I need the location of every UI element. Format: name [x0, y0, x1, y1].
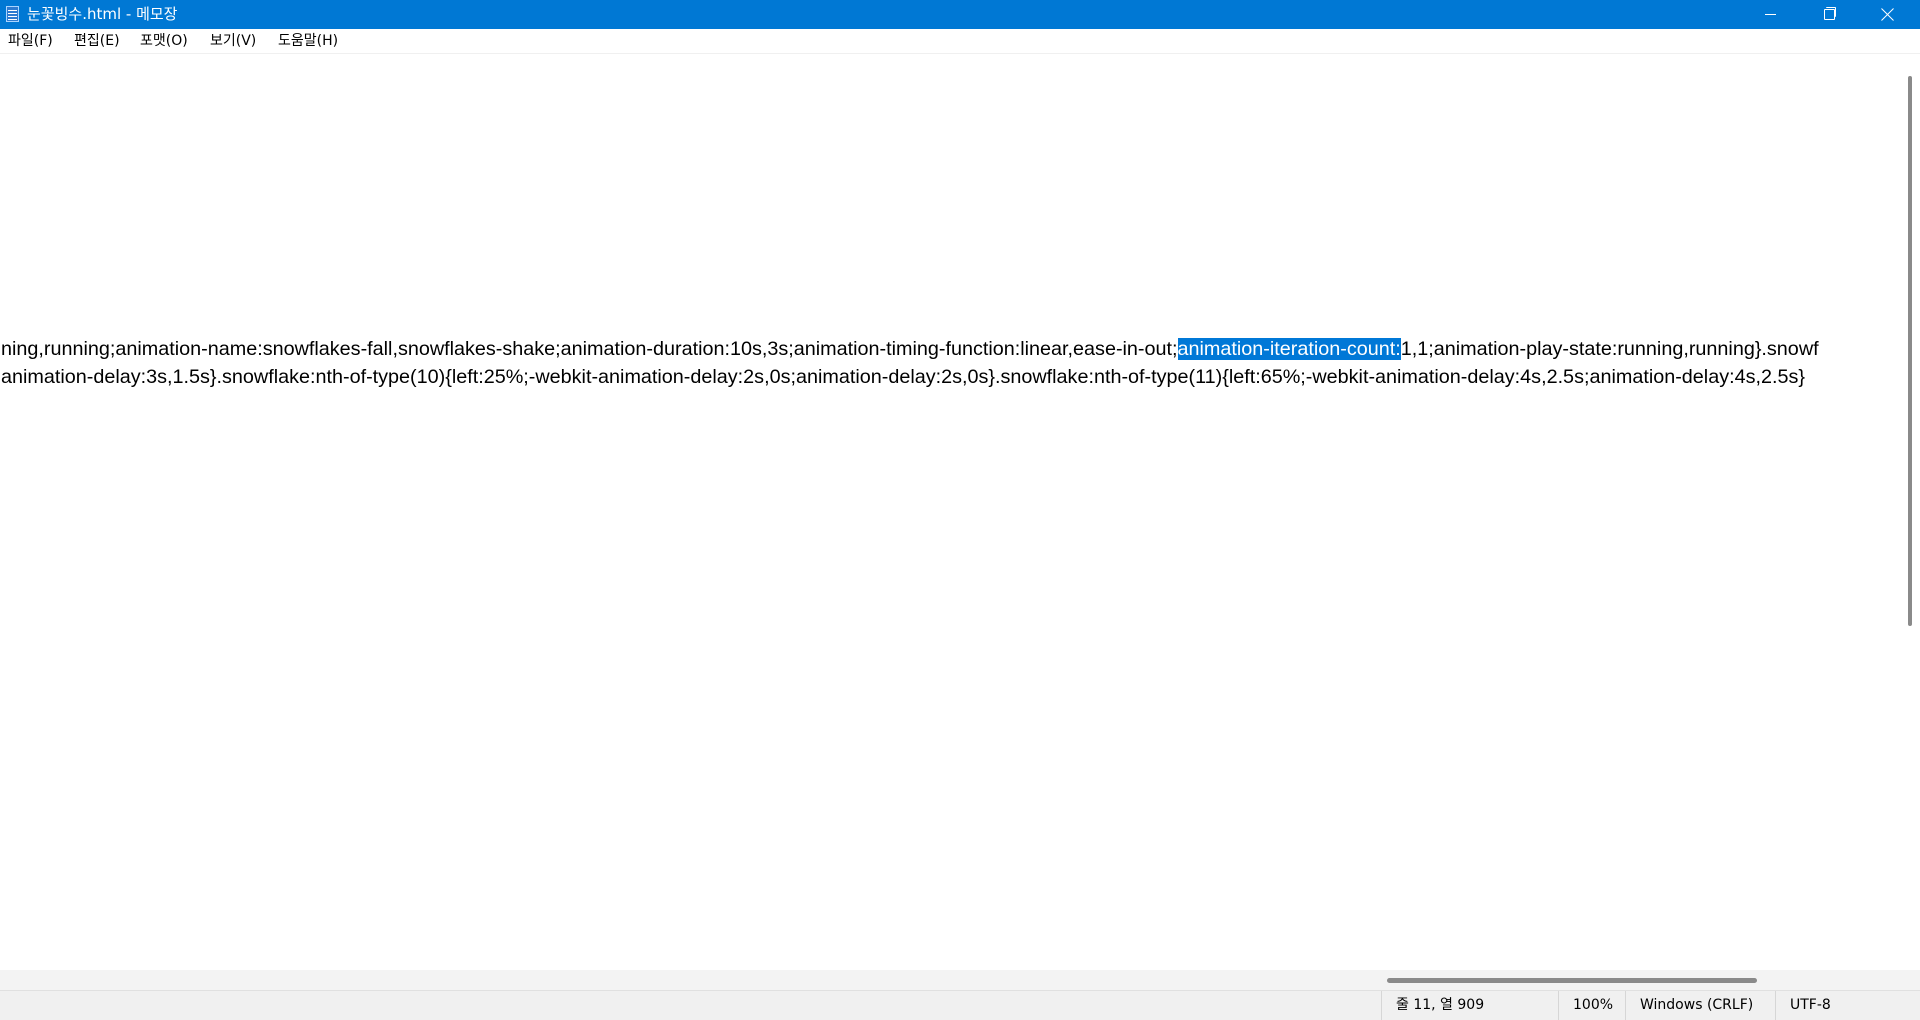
restore-button[interactable] [1799, 0, 1857, 29]
text-editor[interactable]: ning,running;animation-name:snowflakes-f… [0, 54, 1900, 970]
menu-edit[interactable]: 편집(E) [74, 32, 120, 50]
horizontal-scrollbar[interactable] [0, 970, 1900, 990]
line1-text-after: 1,1;animation-play-state:running,running… [1400, 338, 1819, 360]
menu-format[interactable]: 포맷(O) [140, 32, 188, 50]
title-bar[interactable]: 눈꽃빙수.html - 메모장 [0, 0, 1920, 29]
notepad-window: 눈꽃빙수.html - 메모장 파일(F) 편집(E) 포맷(O) 보기(V) … [0, 0, 1920, 1020]
menu-file[interactable]: 파일(F) [8, 32, 53, 50]
notepad-icon [6, 6, 19, 22]
vertical-scroll-thumb[interactable] [1908, 76, 1912, 626]
encoding: UTF-8 [1775, 991, 1920, 1020]
scrollbar-corner [1900, 970, 1920, 990]
close-icon [1880, 6, 1896, 22]
minimize-icon [1765, 14, 1776, 15]
vertical-scrollbar[interactable] [1900, 54, 1920, 970]
restore-icon [1824, 9, 1835, 20]
minimize-button[interactable] [1741, 0, 1799, 29]
line1-text-before: ning,running;animation-name:snowflakes-f… [1, 338, 1178, 360]
window-title: 눈꽃빙수.html - 메모장 [27, 5, 178, 23]
zoom-level: 100% [1558, 991, 1625, 1020]
selected-text: animation-iteration-count: [1177, 338, 1401, 360]
menu-help[interactable]: 도움말(H) [278, 32, 338, 50]
cursor-position: 줄 11, 열 909 [1381, 991, 1558, 1020]
editor-line-1: ning,running;animation-name:snowflakes-f… [1, 335, 1819, 363]
close-button[interactable] [1859, 0, 1917, 29]
line-ending: Windows (CRLF) [1625, 991, 1775, 1020]
menu-bar: 파일(F) 편집(E) 포맷(O) 보기(V) 도움말(H) [0, 29, 1920, 54]
menu-view[interactable]: 보기(V) [210, 32, 256, 50]
status-bar: 줄 11, 열 909 100% Windows (CRLF) UTF-8 [0, 990, 1920, 1020]
editor-line-2: animation-delay:3s,1.5s}.snowflake:nth-o… [1, 366, 1805, 388]
horizontal-scroll-thumb[interactable] [1387, 978, 1757, 983]
